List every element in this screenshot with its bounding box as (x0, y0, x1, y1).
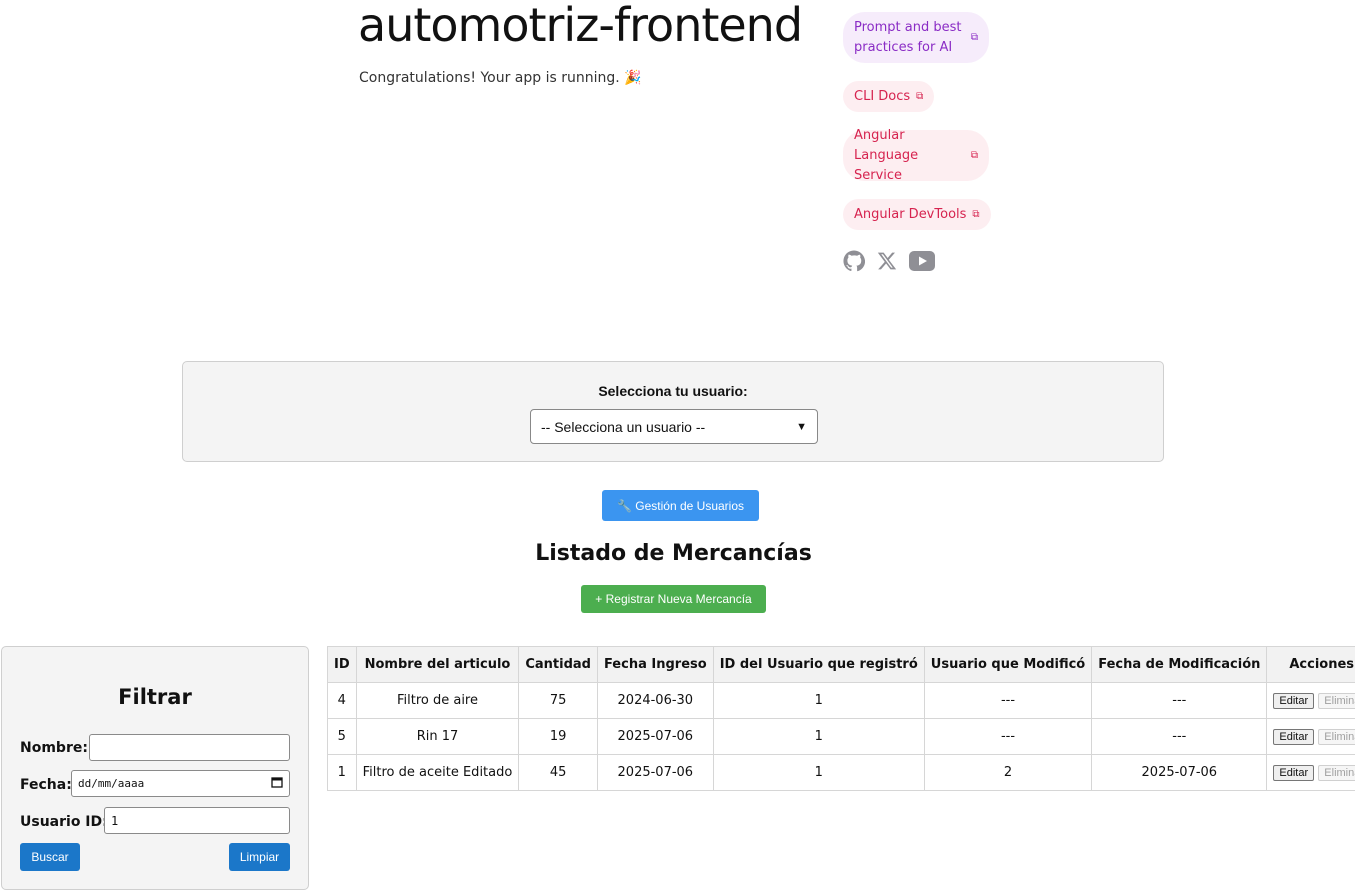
column-header: Nombre del articulo (355, 646, 520, 683)
filter-panel: Filtrar Nombre: Fecha: dd/mm/aaaa Usuari… (1, 646, 309, 890)
user-management-button[interactable]: 🔧 Gestión de Usuarios (602, 490, 759, 521)
cell-modified-by: --- (923, 682, 1093, 719)
name-filter-input[interactable] (89, 734, 290, 761)
column-header: Fecha Ingreso (596, 646, 714, 683)
external-link-icon: ⧉ (916, 90, 924, 102)
chevron-down-icon: ▼ (796, 420, 807, 433)
user-id-filter-label: Usuario ID: (20, 814, 108, 830)
user-id-filter-input[interactable]: 1 (104, 807, 290, 834)
user-select-value: -- Selecciona un usuario -- (541, 418, 706, 435)
x-icon[interactable] (877, 251, 897, 271)
cell-user-id: 1 (712, 754, 925, 791)
cell-modified-by: --- (923, 718, 1093, 755)
table-row: 4 Filtro de aire 75 2024-06-30 1 --- ---… (327, 682, 1355, 719)
cell-actions: Editar Eliminar (1266, 754, 1355, 791)
column-header: ID del Usuario que registró (712, 646, 925, 683)
cell-id: 4 (327, 682, 357, 719)
date-filter-label: Fecha: (20, 777, 72, 793)
cell-id: 5 (327, 718, 357, 755)
merchandise-table: ID Nombre del articulo Cantidad Fecha In… (327, 646, 1355, 791)
delete-button[interactable]: Eliminar (1318, 728, 1355, 745)
column-header: Acciones (1266, 646, 1355, 683)
link-label: Angular Language Service (854, 127, 919, 183)
cell-name: Filtro de aire (355, 682, 520, 719)
link-label: CLI Docs (854, 88, 911, 104)
user-selector-label: Selecciona tu usuario: (598, 383, 748, 399)
table-row: 1 Filtro de aceite Editado 45 2025-07-06… (327, 754, 1355, 791)
column-header: Cantidad (518, 646, 598, 683)
table-row: 5 Rin 17 19 2025-07-06 1 --- --- Editar … (327, 718, 1355, 755)
cell-quantity: 45 (518, 754, 598, 791)
delete-button[interactable]: Eliminar (1318, 692, 1355, 709)
page-title: Listado de Mercancías (535, 541, 812, 566)
cell-quantity: 75 (518, 682, 598, 719)
calendar-icon[interactable] (271, 776, 283, 791)
external-link-icon: ⧉ (970, 31, 978, 43)
cell-actions: Editar Eliminar (1266, 718, 1355, 755)
cell-actions: Editar Eliminar (1266, 682, 1355, 719)
cell-entry-date: 2025-07-06 (596, 754, 714, 791)
cell-modified-date: 2025-07-06 (1091, 754, 1268, 791)
edit-button[interactable]: Editar (1273, 692, 1315, 709)
cell-modified-date: --- (1091, 718, 1268, 755)
cell-id: 1 (327, 754, 357, 791)
github-icon[interactable] (843, 250, 865, 272)
column-header: Usuario que Modificó (923, 646, 1093, 683)
cell-modified-date: --- (1091, 682, 1268, 719)
link-prompt-ai[interactable]: Prompt and best practices for AI ⧉ (843, 12, 989, 63)
cell-entry-date: 2025-07-06 (596, 718, 714, 755)
cell-name: Rin 17 (355, 718, 520, 755)
clear-button[interactable]: Limpiar (229, 843, 290, 871)
cell-entry-date: 2024-06-30 (596, 682, 714, 719)
edit-button[interactable]: Editar (1273, 728, 1315, 745)
date-filter-placeholder: dd/mm/aaaa (78, 777, 145, 790)
external-link-icon: ⧉ (970, 149, 978, 161)
user-id-filter-value: 1 (111, 813, 119, 828)
filter-title: Filtrar (118, 685, 192, 709)
youtube-icon[interactable] (909, 251, 935, 271)
cell-name: Filtro de aceite Editado (355, 754, 520, 791)
cell-modified-by: 2 (923, 754, 1093, 791)
register-merchandise-button[interactable]: + Registrar Nueva Mercancía (581, 585, 766, 613)
table-header-row: ID Nombre del articulo Cantidad Fecha In… (327, 646, 1355, 683)
welcome-message: Congratulations! Your app is running. 🎉 (359, 70, 642, 86)
column-header: ID (327, 646, 357, 683)
link-label: Prompt and best practices for AI (854, 19, 962, 55)
delete-button[interactable]: Eliminar (1318, 764, 1355, 781)
link-angular-language-service[interactable]: Angular Language Service ⧉ (843, 128, 989, 183)
name-filter-label: Nombre: (20, 740, 88, 756)
cell-user-id: 1 (712, 682, 925, 719)
edit-button[interactable]: Editar (1273, 764, 1315, 781)
link-angular-devtools[interactable]: Angular DevTools ⧉ (843, 199, 991, 230)
column-header: Fecha de Modificación (1091, 646, 1268, 683)
user-select[interactable]: -- Selecciona un usuario -- ▼ (530, 409, 818, 444)
user-selector-panel: Selecciona tu usuario: -- Selecciona un … (182, 361, 1164, 462)
cell-user-id: 1 (712, 718, 925, 755)
social-links (843, 250, 935, 272)
app-title: automotriz-frontend (358, 0, 803, 52)
date-filter-input[interactable]: dd/mm/aaaa (71, 770, 290, 797)
external-link-icon: ⧉ (972, 208, 980, 220)
link-cli-docs[interactable]: CLI Docs ⧉ (843, 81, 935, 112)
link-label: Angular DevTools (854, 206, 967, 222)
search-button[interactable]: Buscar (20, 843, 80, 871)
cell-quantity: 19 (518, 718, 598, 755)
